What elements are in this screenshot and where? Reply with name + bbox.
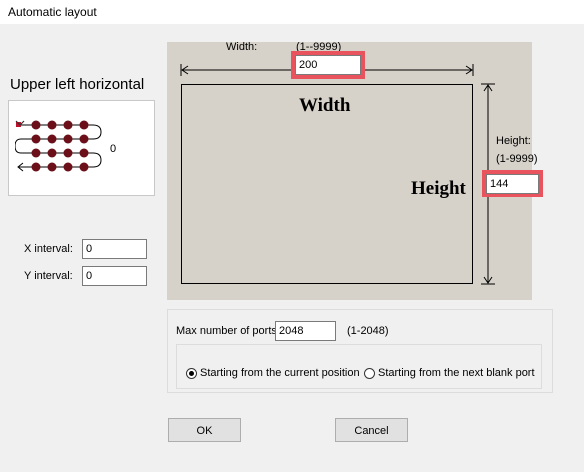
- layout-pattern-value: 0: [110, 143, 117, 155]
- chevron-down-icon[interactable]: [15, 119, 25, 127]
- height-input[interactable]: [486, 174, 539, 194]
- layout-diagram: Width Height: [167, 42, 532, 300]
- window-title: Automatic layout: [8, 5, 97, 19]
- start-next-label[interactable]: Starting from the next blank port: [378, 367, 535, 379]
- height-label: Height:: [496, 135, 531, 147]
- y-interval-input[interactable]: [82, 266, 147, 286]
- dimension-arrows: [180, 64, 495, 285]
- y-interval-label: Y interval:: [24, 270, 73, 282]
- serpentine-layout-icon: [15, 120, 102, 172]
- width-big-label: Width: [299, 95, 351, 116]
- x-interval-input[interactable]: [82, 239, 147, 259]
- title-bar: Automatic layout: [0, 0, 584, 24]
- max-ports-range: (1-2048): [347, 325, 389, 337]
- layout-pattern-select[interactable]: 0: [8, 100, 155, 196]
- height-range: (1-9999): [496, 153, 538, 165]
- height-big-label: Height: [411, 178, 466, 199]
- start-current-radio[interactable]: [186, 368, 197, 379]
- width-label: Width:: [226, 41, 258, 53]
- cancel-button[interactable]: Cancel: [335, 418, 408, 442]
- max-ports-label: Max number of ports: [176, 325, 277, 337]
- ok-button[interactable]: OK: [168, 418, 241, 442]
- layout-pattern-label: Upper left horizontal: [10, 76, 145, 93]
- x-interval-label: X interval:: [24, 243, 73, 255]
- max-ports-input[interactable]: [275, 321, 336, 341]
- start-current-label[interactable]: Starting from the current position: [200, 367, 360, 379]
- start-next-radio[interactable]: [364, 368, 375, 379]
- width-input[interactable]: [295, 55, 361, 75]
